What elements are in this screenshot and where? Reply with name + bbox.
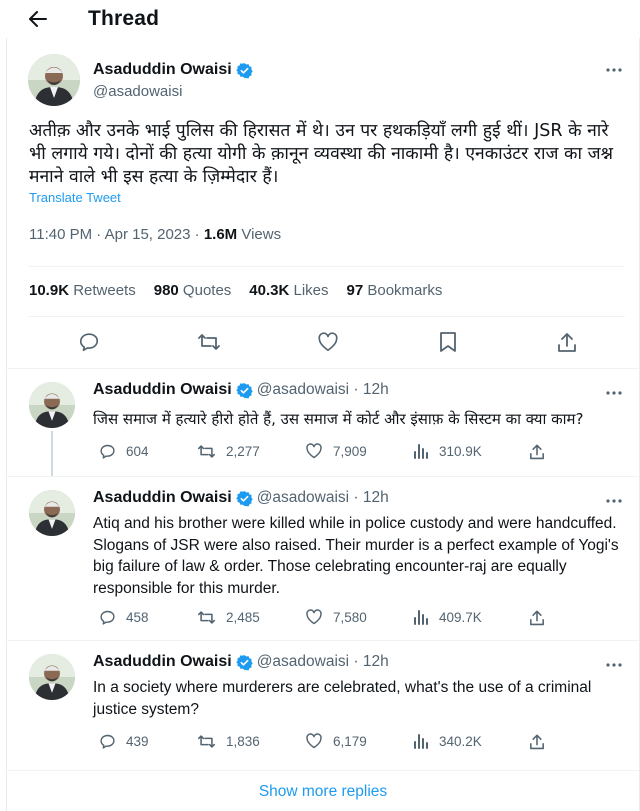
reply-count-button[interactable]: 458 xyxy=(99,609,149,626)
retweets-stat[interactable]: 10.9K Retweets xyxy=(29,282,136,299)
reply-icon[interactable] xyxy=(77,330,101,354)
author-handle[interactable]: @asadowaisi · 12h xyxy=(257,381,389,399)
tweet-actions xyxy=(7,330,639,360)
show-more-replies-link[interactable]: Show more replies xyxy=(6,770,640,811)
like-count-button[interactable]: 7,580 xyxy=(305,609,367,625)
verified-badge-icon xyxy=(235,490,253,507)
top-bar: Thread xyxy=(0,0,640,38)
views-count-button[interactable]: 310.9K xyxy=(413,443,482,459)
avatar[interactable] xyxy=(29,490,75,536)
reply-text: In a society where murderers are celebra… xyxy=(93,679,592,718)
more-icon[interactable] xyxy=(603,383,625,403)
reply-header: Asaduddin Owaisi @asadowaisi · 12h xyxy=(93,381,389,399)
like-count-button[interactable]: 6,179 xyxy=(305,733,367,749)
author-name-row: Asaduddin Owaisi xyxy=(93,61,253,79)
reply-header: Asaduddin Owaisi @asadowaisi · 12h xyxy=(93,653,389,671)
verified-badge-icon xyxy=(235,382,253,399)
translate-link[interactable]: Translate Tweet xyxy=(29,190,121,205)
retweet-icon xyxy=(197,445,215,458)
author-name[interactable]: Asaduddin Owaisi xyxy=(93,489,232,507)
like-icon xyxy=(306,609,322,625)
tweet-meta: 11:40 PM · Apr 15, 2023 · 1.6M Views xyxy=(29,226,281,243)
author-handle[interactable]: @asadowaisi · 12h xyxy=(257,489,389,507)
divider xyxy=(29,316,625,317)
verified-badge-icon xyxy=(235,654,253,671)
views-count-button[interactable]: 340.2K xyxy=(413,733,482,749)
reply-header: Asaduddin Owaisi @asadowaisi · 12h xyxy=(93,489,389,507)
quotes-stat[interactable]: 980 Quotes xyxy=(154,282,232,299)
main-tweet: Asaduddin Owaisi @asadowaisi अतीक़ और उन… xyxy=(6,38,640,368)
page-title: Thread xyxy=(88,7,160,30)
author-name[interactable]: Asaduddin Owaisi xyxy=(93,653,232,671)
views-icon xyxy=(414,610,428,625)
author-name[interactable]: Asaduddin Owaisi xyxy=(93,61,232,79)
author-handle[interactable]: @asadowaisi · 12h xyxy=(257,653,389,671)
more-icon[interactable] xyxy=(603,655,625,675)
likes-stat[interactable]: 40.3K Likes xyxy=(249,282,328,299)
reply-tweet[interactable]: Asaduddin Owaisi @asadowaisi · 12h Atiq … xyxy=(6,476,640,640)
avatar[interactable] xyxy=(29,382,75,428)
reply-actions: 458 2,485 7,580 409.7K xyxy=(93,609,563,629)
retweet-count-button[interactable]: 1,836 xyxy=(197,733,260,750)
verified-badge-icon xyxy=(235,62,253,79)
more-icon[interactable] xyxy=(603,491,625,511)
reply-icon xyxy=(100,444,115,459)
tweet-timestamp[interactable]: 11:40 PM · Apr 15, 2023 · xyxy=(29,226,204,243)
reply-actions: 604 2,277 7,909 310.9K xyxy=(93,443,563,463)
author-handle[interactable]: @asadowaisi xyxy=(93,83,182,100)
reply-icon xyxy=(100,734,115,749)
retweet-count-button[interactable]: 2,485 xyxy=(197,609,260,626)
views-icon xyxy=(414,734,428,749)
reply-tweet[interactable]: Asaduddin Owaisi @asadowaisi · 12h In a … xyxy=(6,640,640,770)
reply-count-button[interactable]: 604 xyxy=(99,443,149,460)
more-icon[interactable] xyxy=(603,60,625,80)
views-count-button[interactable]: 409.7K xyxy=(413,609,482,625)
retweet-count-button[interactable]: 2,277 xyxy=(197,443,260,460)
reply-text: Atiq and his brother were killed while i… xyxy=(93,515,619,597)
retweet-icon xyxy=(197,735,215,748)
like-icon xyxy=(306,443,322,459)
like-icon[interactable] xyxy=(316,330,340,354)
reply-text: जिस समाज में हत्यारे हीरो होते हैं, उस स… xyxy=(93,410,584,428)
divider xyxy=(29,266,625,267)
avatar[interactable] xyxy=(29,654,75,700)
retweet-icon xyxy=(197,611,215,624)
share-icon[interactable] xyxy=(529,733,545,750)
share-icon[interactable] xyxy=(529,609,545,626)
thread-connector xyxy=(51,431,53,477)
share-icon[interactable] xyxy=(555,330,579,354)
like-count-button[interactable]: 7,909 xyxy=(305,443,367,459)
views-count: 1.6M xyxy=(203,226,238,243)
engagement-stats: 10.9K Retweets 980 Quotes 40.3K Likes 97… xyxy=(29,282,442,299)
reply-actions: 439 1,836 6,179 340.2K xyxy=(93,733,563,753)
author-name[interactable]: Asaduddin Owaisi xyxy=(93,381,232,399)
bookmark-icon[interactable] xyxy=(436,330,460,354)
avatar[interactable] xyxy=(28,54,80,106)
back-arrow-icon[interactable] xyxy=(28,9,48,29)
tweet-text: अतीक़ और उनके भाई पुलिस की हिरासत में थे… xyxy=(29,121,613,187)
reply-count-button[interactable]: 439 xyxy=(99,733,149,750)
retweet-icon[interactable] xyxy=(197,330,221,354)
bookmarks-stat[interactable]: 97 Bookmarks xyxy=(347,282,443,299)
share-icon[interactable] xyxy=(529,443,545,460)
views-label: Views xyxy=(237,226,282,243)
views-icon xyxy=(414,444,428,459)
reply-icon xyxy=(100,610,115,625)
reply-tweet[interactable]: Asaduddin Owaisi @asadowaisi · 12h जिस स… xyxy=(6,368,640,477)
like-icon xyxy=(306,733,322,749)
